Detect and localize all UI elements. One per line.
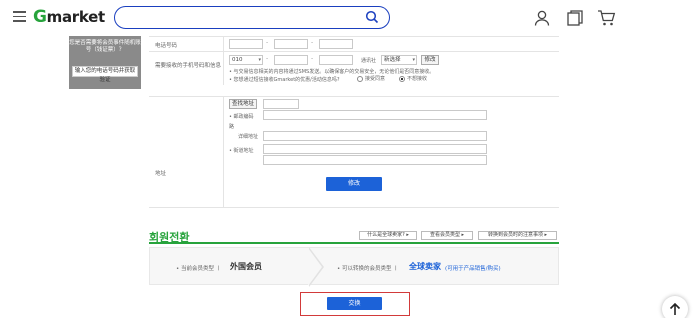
phone-field-2[interactable] bbox=[274, 39, 308, 49]
scroll-to-top-button[interactable] bbox=[662, 296, 688, 318]
postal-address-field[interactable] bbox=[263, 110, 487, 120]
conversion-notes-button[interactable]: 转换到会员时的注意事项 ▸ bbox=[478, 231, 557, 240]
disagree-radio[interactable] bbox=[399, 75, 405, 82]
current-type-label: • 当前会员类型 ㅣ bbox=[176, 266, 221, 272]
mobile-cell: 010 - - 通讯社 新选择 修改 • 与交易信息相关的内容将通过SMS发送。… bbox=[223, 52, 559, 85]
form-bottom-line bbox=[149, 207, 559, 208]
promo-question: • 您想通过短信接收Gmarket的优惠/活动信息吗? bbox=[229, 77, 340, 83]
current-type-value: 外国会员 bbox=[230, 262, 262, 271]
street-label: • 街道地址 bbox=[229, 148, 254, 154]
member-type-button[interactable]: 查看会员类型 ▸ bbox=[421, 231, 473, 240]
disagree-label: 不想接收 bbox=[407, 76, 428, 82]
submit-modify-button[interactable]: 修改 bbox=[326, 177, 382, 191]
member-type-label: 查看会员类型 bbox=[429, 232, 460, 238]
verify-panel: 您是否需要将会员事件随机账号（钱证票）？ 输入您的电话号码并获取验证 bbox=[69, 36, 141, 89]
gmarket-logo[interactable]: Gmarket bbox=[33, 7, 105, 27]
phone-dash-1: - bbox=[266, 39, 269, 46]
street-label-text: 街道地址 bbox=[233, 148, 254, 154]
carrier-label: 通讯社 bbox=[361, 58, 377, 64]
mobile-dash-1: - bbox=[266, 55, 269, 62]
target-type-label: • 可以转换的会员类型 ㅣ bbox=[337, 266, 399, 272]
conversion-notes-label: 转换到会员时的注意事项 bbox=[487, 232, 543, 238]
phone-cell: - - bbox=[223, 37, 559, 51]
mobile-modify-button[interactable]: 修改 bbox=[421, 55, 439, 65]
sms-note: • 与交易信息相关的内容将通过SMS发送。以确保客户的交易安全，无论他们是否同意… bbox=[229, 69, 435, 75]
carrier-select[interactable]: 新选择 bbox=[381, 55, 417, 65]
phone-label: 电话号码 bbox=[155, 43, 178, 49]
target-type-value: 全球卖家 bbox=[409, 262, 441, 271]
phone-field-3[interactable] bbox=[319, 39, 353, 49]
mobile-dash-2: - bbox=[311, 55, 314, 62]
title-divider bbox=[149, 242, 559, 244]
cart-icon[interactable] bbox=[597, 9, 616, 27]
postal-label-text: 邮政编码 bbox=[233, 114, 254, 120]
user-icon[interactable] bbox=[533, 9, 551, 27]
phone-dash-2: - bbox=[311, 39, 314, 46]
street-address-field-2[interactable] bbox=[263, 155, 487, 165]
search-input[interactable] bbox=[125, 9, 365, 29]
disagree-option[interactable]: 不想接收 bbox=[399, 75, 427, 82]
target-type-note: (可用于产品销售/购买) bbox=[445, 266, 501, 272]
menu-icon[interactable] bbox=[13, 11, 26, 22]
member-type-box: • 当前会员类型 ㅣ 外国会员 • 可以转换的会员类型 ㅣ 全球卖家 (可用于产… bbox=[149, 247, 559, 287]
mobile-prefix-select[interactable]: 010 bbox=[229, 55, 263, 65]
current-type-label-text: 当前会员类型 bbox=[181, 266, 215, 272]
street-address-field[interactable] bbox=[263, 144, 487, 154]
arrow-divider bbox=[308, 248, 322, 286]
recent-items-icon[interactable] bbox=[566, 9, 584, 27]
promo-question-text: 您想通过短信接收Gmarket的优惠/活动信息吗? bbox=[233, 77, 340, 83]
find-address-button[interactable]: 查找地址 bbox=[229, 99, 257, 109]
global-seller-info-label: 什么是全球卖家? bbox=[367, 232, 405, 238]
target-type-label-text: 可以转换的会员类型 bbox=[342, 266, 392, 272]
phone-row: 电话号码 - - bbox=[149, 36, 559, 51]
convert-button[interactable]: 交换 bbox=[327, 297, 382, 310]
road-label: 路 bbox=[229, 124, 235, 130]
agree-radio[interactable] bbox=[357, 75, 363, 82]
postcode-field[interactable] bbox=[263, 99, 299, 109]
detail-label: 详细地址 bbox=[238, 134, 259, 140]
phone-field-1[interactable] bbox=[229, 39, 263, 49]
agree-option[interactable]: 接受同意 bbox=[357, 75, 385, 82]
verify-text: 您是否需要将会员事件随机账号（钱证票）？ bbox=[69, 40, 141, 53]
mobile-field-2[interactable] bbox=[274, 55, 308, 65]
mobile-label: 需要接收的手机号码和信息 bbox=[155, 63, 222, 69]
agree-label: 接受同意 bbox=[365, 76, 386, 82]
postal-label: • 邮政编码 bbox=[229, 114, 254, 120]
verify-phone-button[interactable]: 输入您的电话号码并获取验证 bbox=[72, 66, 138, 83]
search-bar bbox=[114, 6, 390, 29]
detail-address-field[interactable] bbox=[263, 131, 487, 141]
convert-highlight: 交换 bbox=[300, 292, 410, 316]
search-icon[interactable] bbox=[365, 10, 379, 24]
address-cell: 查找地址 • 邮政编码 路 详细地址 • 街道地址 bbox=[223, 97, 559, 207]
mobile-field-3[interactable] bbox=[319, 55, 353, 65]
top-header: Gmarket bbox=[0, 0, 697, 36]
mobile-row: 需要接收的手机号码和信息 010 - - 通讯社 新选择 修改 • 与交易信息相… bbox=[149, 51, 559, 85]
arrow-up-icon bbox=[669, 302, 681, 315]
global-seller-info-button[interactable]: 什么是全球卖家? ▸ bbox=[359, 231, 417, 240]
address-label: 地址 bbox=[155, 171, 167, 177]
